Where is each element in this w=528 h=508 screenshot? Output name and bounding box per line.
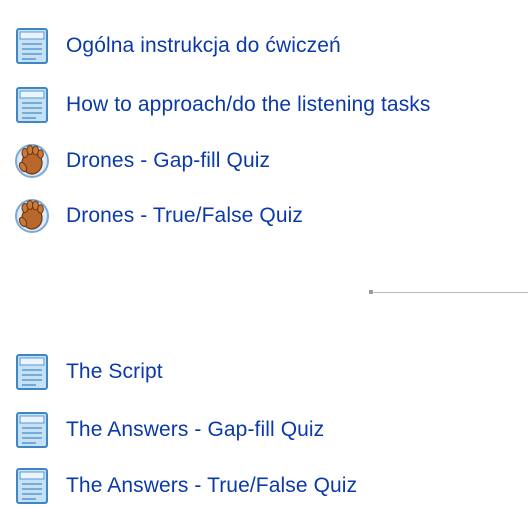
resource-link-answers-gap-fill[interactable]: The Answers - Gap-fill Quiz xyxy=(14,408,324,452)
document-icon xyxy=(16,468,48,504)
resource-link-label: How to approach/do the listening tasks xyxy=(66,93,431,116)
quiz-link-true-false[interactable]: Drones - True/False Quiz xyxy=(14,194,303,238)
resource-link-label: The Script xyxy=(66,360,163,383)
hand-quiz-icon xyxy=(15,144,49,178)
resource-link-label: The Answers - Gap-fill Quiz xyxy=(66,418,325,441)
document-icon xyxy=(16,412,48,448)
quiz-link-gap-fill[interactable]: Drones - Gap-fill Quiz xyxy=(14,139,270,183)
resource-link-general-instructions[interactable]: Ogólna instrukcja do ćwiczeń xyxy=(14,24,341,68)
resource-link-listening-tasks[interactable]: How to approach/do the listening tasks xyxy=(14,83,431,127)
resource-link-label: The Answers - True/False Quiz xyxy=(66,474,358,497)
section-separator xyxy=(372,292,528,293)
quiz-link-label: Drones - Gap-fill Quiz xyxy=(66,149,271,172)
document-icon xyxy=(16,28,48,64)
resource-link-label: Ogólna instrukcja do ćwiczeń xyxy=(66,34,341,57)
document-icon xyxy=(16,354,48,390)
resource-link-script[interactable]: The Script xyxy=(14,350,163,394)
resource-link-answers-true-false[interactable]: The Answers - True/False Quiz xyxy=(14,464,357,508)
hand-quiz-icon xyxy=(15,199,49,233)
document-icon xyxy=(16,87,48,123)
quiz-link-label: Drones - True/False Quiz xyxy=(66,204,303,227)
